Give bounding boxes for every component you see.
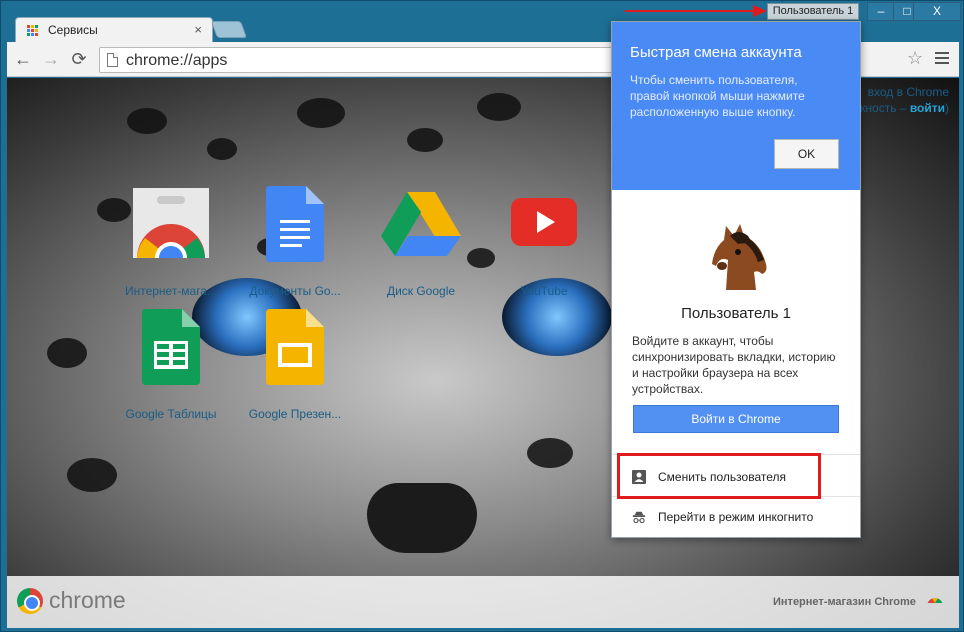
reload-icon[interactable]: ⟳ <box>69 49 89 69</box>
tab-services[interactable]: Сервисы × <box>15 17 213 43</box>
tab-label: Сервисы <box>48 23 98 37</box>
youtube-icon <box>511 198 577 246</box>
web-store-small-icon[interactable] <box>927 598 943 608</box>
app-label: YouTube <box>520 284 568 298</box>
quick-switch-banner: Быстрая смена аккаунта Чтобы сменить пол… <box>612 22 860 190</box>
app-label: Диск Google <box>386 284 456 298</box>
incognito-label: Перейти в режим инкогнито <box>658 510 814 524</box>
page-icon <box>107 53 118 67</box>
google-slides-icon <box>266 309 324 385</box>
app-label: Документы Go... <box>249 284 341 298</box>
user-profile-button[interactable]: Пользователь 1 <box>767 3 859 20</box>
app-docs[interactable]: Документы Go... <box>236 186 354 306</box>
bookmark-star-icon[interactable]: ☆ <box>907 48 923 69</box>
signin-chrome-button[interactable]: Войти в Chrome <box>633 405 839 433</box>
app-label: Google Таблицы <box>125 407 217 421</box>
web-store-link[interactable]: Интернет-магазин Chrome <box>773 596 916 608</box>
annotation-highlight-box <box>617 453 821 499</box>
ok-button[interactable]: OK <box>774 139 839 169</box>
google-docs-icon <box>266 186 324 262</box>
app-youtube[interactable]: YouTube <box>485 186 603 306</box>
signin-hint: вход в Chrome кность – войти) <box>860 85 949 115</box>
google-drive-icon <box>381 192 461 256</box>
profile-name: Пользователь 1 <box>681 305 791 322</box>
app-drive[interactable]: Диск Google <box>362 186 480 306</box>
web-store-icon <box>133 188 209 258</box>
address-bar[interactable]: chrome://apps <box>99 47 619 73</box>
app-slides[interactable]: Google Презен... <box>236 309 354 429</box>
apps-grid-icon <box>27 25 39 37</box>
annotation-arrowhead <box>753 5 767 17</box>
app-sheets[interactable]: Google Таблицы <box>112 309 230 429</box>
incognito-icon <box>632 511 646 524</box>
new-tab-button[interactable] <box>210 21 248 38</box>
app-web-store[interactable]: Интернет-мага... <box>112 186 230 306</box>
incognito-item[interactable]: Перейти в режим инкогнито <box>612 498 860 538</box>
app-label: Google Презен... <box>248 407 342 421</box>
chrome-brand: chrome <box>49 587 126 613</box>
menu-icon[interactable] <box>935 52 949 67</box>
tab-close-icon[interactable]: × <box>194 22 202 37</box>
popup-title: Быстрая смена аккаунта <box>630 44 802 61</box>
window-close-button[interactable]: X <box>913 2 961 21</box>
signin-link[interactable]: войти <box>910 101 945 115</box>
minimize-button[interactable]: – <box>867 2 895 21</box>
sync-description: Войдите в аккаунт, чтобы синхронизироват… <box>632 334 836 396</box>
annotation-arrow <box>625 10 765 12</box>
forward-arrow-icon[interactable]: → <box>41 49 61 69</box>
back-arrow-icon[interactable]: ← <box>13 49 33 69</box>
app-label: Интернет-мага... <box>124 284 218 298</box>
browser-window: Сервисы × Пользователь 1 – □ X ← → ⟳ chr… <box>0 0 964 632</box>
popup-description: Чтобы сменить пользователя, правой кнопк… <box>630 73 805 119</box>
chrome-logo-icon <box>17 588 43 614</box>
url-text[interactable]: chrome://apps <box>126 52 227 70</box>
google-sheets-icon <box>142 309 200 385</box>
horse-avatar <box>712 224 767 290</box>
bottom-bar: chrome Интернет-магазин Chrome <box>7 576 959 628</box>
